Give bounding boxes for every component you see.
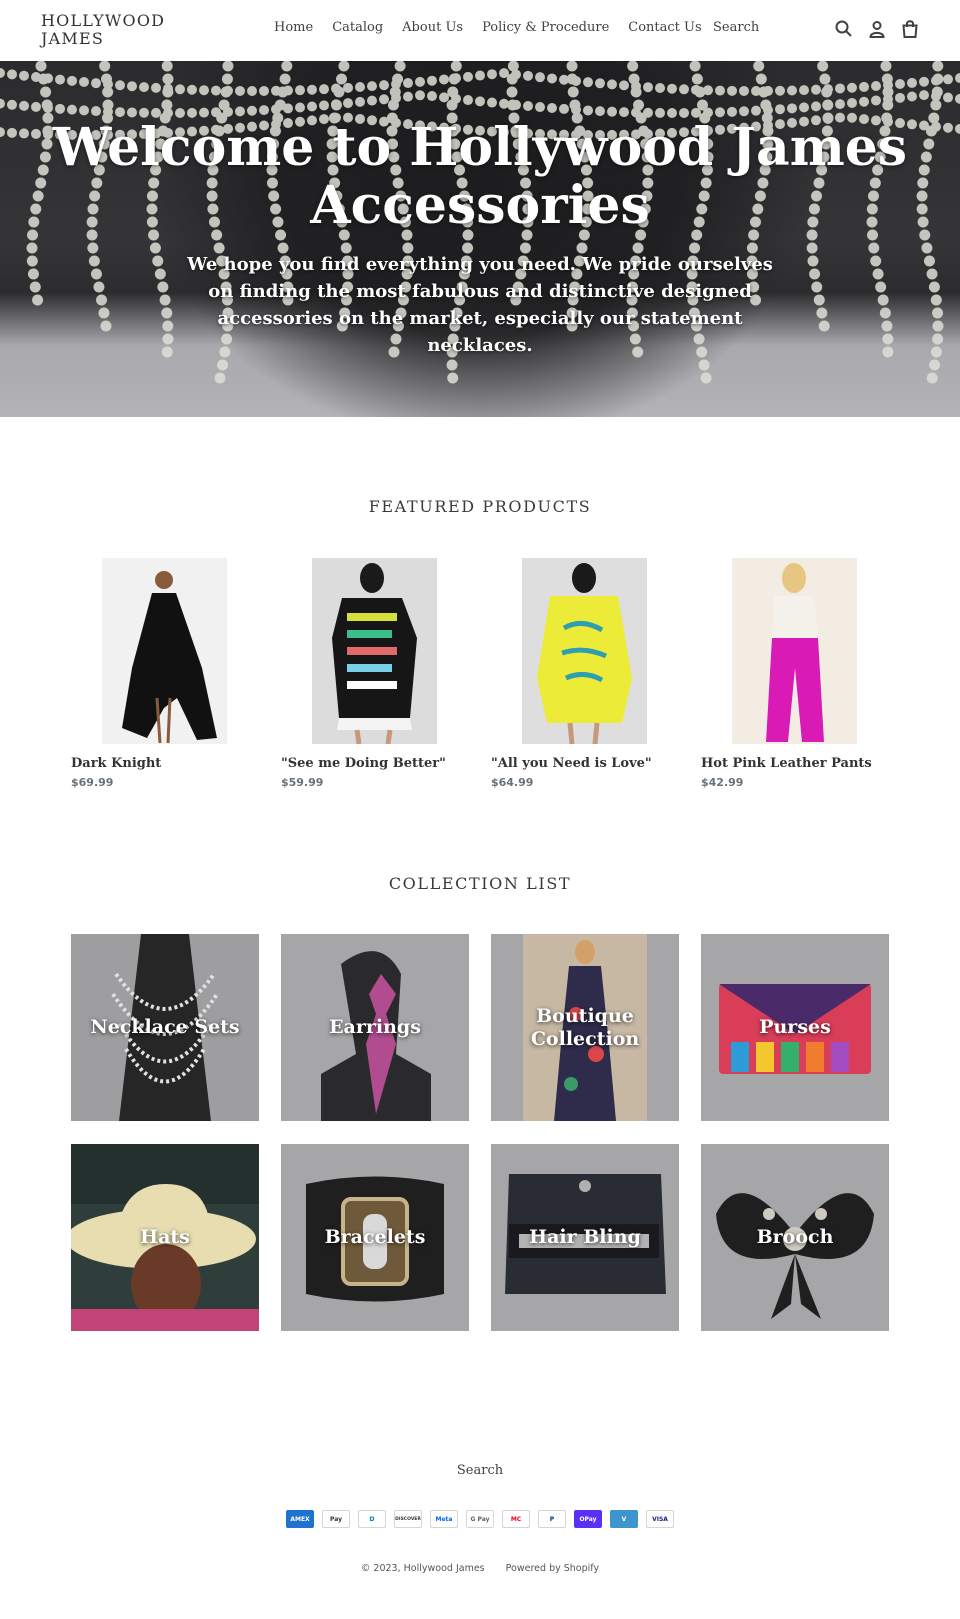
hero-title: Welcome to Hollywood James Accessories: [52, 117, 908, 236]
collection-label: Hats: [140, 1226, 190, 1248]
nav-search-link[interactable]: Search: [713, 20, 759, 35]
product-image-all-you-need-is-love[interactable]: [522, 558, 647, 744]
collection-tile-hair-bling[interactable]: Hair Bling: [491, 1144, 679, 1331]
copyright-text[interactable]: © 2023, Hollywood James: [361, 1563, 485, 1574]
collection-tile-purses[interactable]: Purses: [701, 934, 889, 1121]
product-price: $64.99: [491, 776, 534, 789]
header-icons: [834, 19, 920, 39]
product-price: $69.99: [71, 776, 114, 789]
collection-tile-brooch[interactable]: Brooch: [701, 1144, 889, 1331]
collection-label: Necklace Sets: [90, 1016, 240, 1038]
collection-tile-hats[interactable]: Hats: [71, 1144, 259, 1331]
collection-label: Brooch: [756, 1226, 834, 1248]
pearl-necklace-image: [0, 61, 960, 384]
shop-pay-icon: OPay: [574, 1510, 602, 1528]
nav-contact-us[interactable]: Contact Us: [628, 20, 701, 35]
mastercard-icon: MC: [502, 1510, 530, 1528]
product-price: $42.99: [701, 776, 744, 789]
hero-banner: Welcome to Hollywood James Accessories W…: [0, 61, 960, 417]
collection-label: Hair Bling: [529, 1226, 641, 1248]
logo-line-1: HOLLYWOOD: [41, 11, 166, 30]
google-pay-icon: G Pay: [466, 1510, 494, 1528]
collection-tile-bracelets[interactable]: Bracelets: [281, 1144, 469, 1331]
collection-tile-necklace-sets[interactable]: Necklace Sets: [71, 934, 259, 1121]
featured-products-title: FEATURED PRODUCTS: [368, 497, 592, 516]
powered-by-shopify-link[interactable]: Powered by Shopify: [506, 1563, 599, 1574]
copyright-line: © 2023, Hollywood James Powered by Shopi…: [0, 1563, 960, 1574]
nav-catalog[interactable]: Catalog: [332, 20, 383, 35]
search-icon[interactable]: [834, 19, 854, 39]
collection-label: Purses: [759, 1016, 831, 1038]
payment-icons: AMEX Pay D DISCOVER Meta G Pay MC P OPay…: [286, 1510, 674, 1528]
meta-pay-icon: Meta: [430, 1510, 458, 1528]
collection-list-title: COLLECTION LIST: [388, 874, 572, 893]
apple-pay-icon: Pay: [322, 1510, 350, 1528]
account-icon[interactable]: [867, 19, 887, 39]
visa-icon: VISA: [646, 1510, 674, 1528]
site-header: HOLLYWOOD JAMES Home Catalog About Us Po…: [0, 0, 960, 61]
logo-line-2: JAMES: [41, 29, 104, 48]
product-price: $59.99: [281, 776, 324, 789]
discover-icon: DISCOVER: [394, 1510, 422, 1528]
product-name[interactable]: Hot Pink Leather Pants: [701, 756, 901, 771]
product-image-dark-knight[interactable]: [102, 558, 227, 744]
collection-tile-boutique-collection[interactable]: Boutique Collection: [491, 934, 679, 1121]
product-image-hot-pink-leather-pants[interactable]: [732, 558, 857, 744]
cart-icon[interactable]: [900, 19, 920, 39]
nav-home[interactable]: Home: [274, 20, 313, 35]
nav-policy[interactable]: Policy & Procedure: [482, 20, 609, 35]
collection-label: Earrings: [329, 1016, 421, 1038]
diners-club-icon: D: [358, 1510, 386, 1528]
product-image-see-me-doing-better[interactable]: [312, 558, 437, 744]
collection-label: Bracelets: [324, 1226, 426, 1248]
amex-icon: AMEX: [286, 1510, 314, 1528]
main-nav: Home Catalog About Us Policy & Procedure…: [274, 20, 702, 35]
collection-label: Boutique Collection: [530, 1004, 640, 1050]
hero-subtitle: We hope you find everything you need. We…: [187, 254, 773, 356]
product-name[interactable]: Dark Knight: [71, 756, 271, 771]
nav-about-us[interactable]: About Us: [402, 20, 463, 35]
footer-search-link[interactable]: Search: [0, 1463, 960, 1478]
venmo-icon: V: [610, 1510, 638, 1528]
collection-tile-earrings[interactable]: Earrings: [281, 934, 469, 1121]
site-logo[interactable]: HOLLYWOOD JAMES: [41, 12, 165, 48]
product-name[interactable]: "See me Doing Better": [281, 756, 481, 771]
product-name[interactable]: "All you Need is Love": [491, 756, 691, 771]
paypal-icon: P: [538, 1510, 566, 1528]
